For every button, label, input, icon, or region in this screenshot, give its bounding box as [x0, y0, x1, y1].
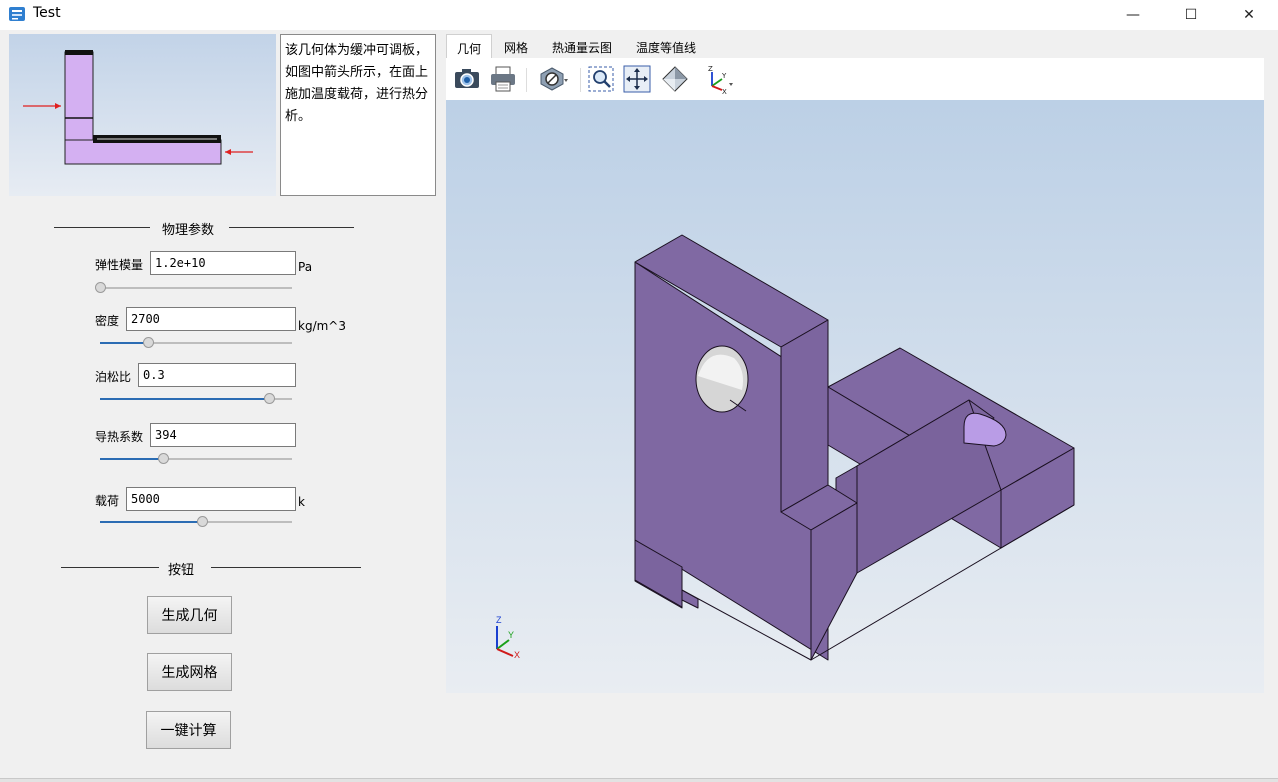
axis-view-icon[interactable]: Z Y X: [704, 64, 734, 94]
poisson-ratio-slider[interactable]: [100, 393, 292, 405]
svg-text:Y: Y: [721, 72, 727, 80]
density-slider[interactable]: [100, 337, 292, 349]
maximize-button[interactable]: ☐: [1162, 0, 1220, 30]
title-bar: Test — ☐ ✕: [0, 0, 1278, 30]
tab-geometry[interactable]: 几何: [446, 34, 493, 58]
load-slider[interactable]: [100, 516, 292, 528]
load-input[interactable]: 5000: [126, 487, 296, 511]
slider-handle[interactable]: [143, 337, 154, 348]
tab-temperature-isolines[interactable]: 温度等值线: [626, 34, 706, 58]
density-label: 密度: [95, 314, 120, 328]
iso-view-icon[interactable]: [660, 64, 690, 94]
elastic-modulus-unit: Pa: [298, 260, 313, 274]
slider-handle[interactable]: [158, 453, 170, 464]
app-icon: [9, 7, 25, 21]
camera-icon[interactable]: [452, 64, 482, 94]
slider-handle[interactable]: [95, 282, 106, 293]
close-button[interactable]: ✕: [1220, 0, 1278, 30]
density-input[interactable]: 2700: [126, 307, 296, 331]
thermal-conductivity-label: 导热系数: [95, 430, 144, 444]
slider-handle[interactable]: [263, 393, 275, 404]
load-label: 载荷: [95, 494, 120, 508]
buttons-group-title: 按钮: [61, 559, 361, 578]
viewer-toolbar: Z Y X: [446, 58, 1264, 100]
zoom-window-icon[interactable]: [586, 64, 616, 94]
elastic-modulus-slider[interactable]: [95, 282, 292, 294]
svg-text:X: X: [722, 88, 727, 94]
axis-triad: Z Y X: [496, 615, 520, 660]
axis-x-label: X: [514, 650, 520, 660]
status-bar: [0, 778, 1278, 782]
poisson-ratio-label: 泊松比: [95, 370, 132, 384]
generate-geometry-button[interactable]: 生成几何: [147, 596, 232, 634]
svg-text:Z: Z: [708, 65, 713, 73]
description-text: 该几何体为缓冲可调板，如图中箭头所示，在面上施加温度载荷，进行热分析。: [280, 34, 436, 196]
fit-all-icon[interactable]: [622, 64, 652, 94]
axis-z-label: Z: [496, 615, 502, 625]
poisson-ratio-input[interactable]: 0.3: [138, 363, 296, 387]
window-title: Test: [33, 5, 61, 21]
view-tabbar: 几何 网格 热通量云图 温度等值线: [446, 34, 1266, 58]
elastic-modulus-input[interactable]: 1.2e+10: [150, 251, 296, 275]
thermal-conductivity-input[interactable]: 394: [150, 423, 296, 447]
slider-handle[interactable]: [196, 516, 208, 527]
one-click-compute-button[interactable]: 一键计算: [146, 711, 231, 749]
axis-y-label: Y: [508, 630, 514, 640]
3d-viewport[interactable]: Z Y X: [446, 100, 1264, 693]
density-unit: kg/m^3: [298, 319, 346, 333]
3d-part-model: Z Y X: [496, 234, 1075, 661]
generate-mesh-button[interactable]: 生成网格: [147, 653, 232, 691]
load-unit: k: [298, 495, 305, 509]
clip-plane-icon[interactable]: [538, 64, 568, 94]
tab-mesh[interactable]: 网格: [494, 34, 538, 58]
printer-icon[interactable]: [488, 64, 518, 94]
tab-heat-flux-contour[interactable]: 热通量云图: [542, 34, 622, 58]
geometry-preview-image: [9, 34, 276, 196]
minimize-button[interactable]: —: [1104, 0, 1162, 30]
physics-group-title: 物理参数: [54, 219, 354, 238]
elastic-modulus-label: 弹性模量: [95, 258, 144, 272]
thermal-conductivity-slider[interactable]: [100, 453, 292, 465]
